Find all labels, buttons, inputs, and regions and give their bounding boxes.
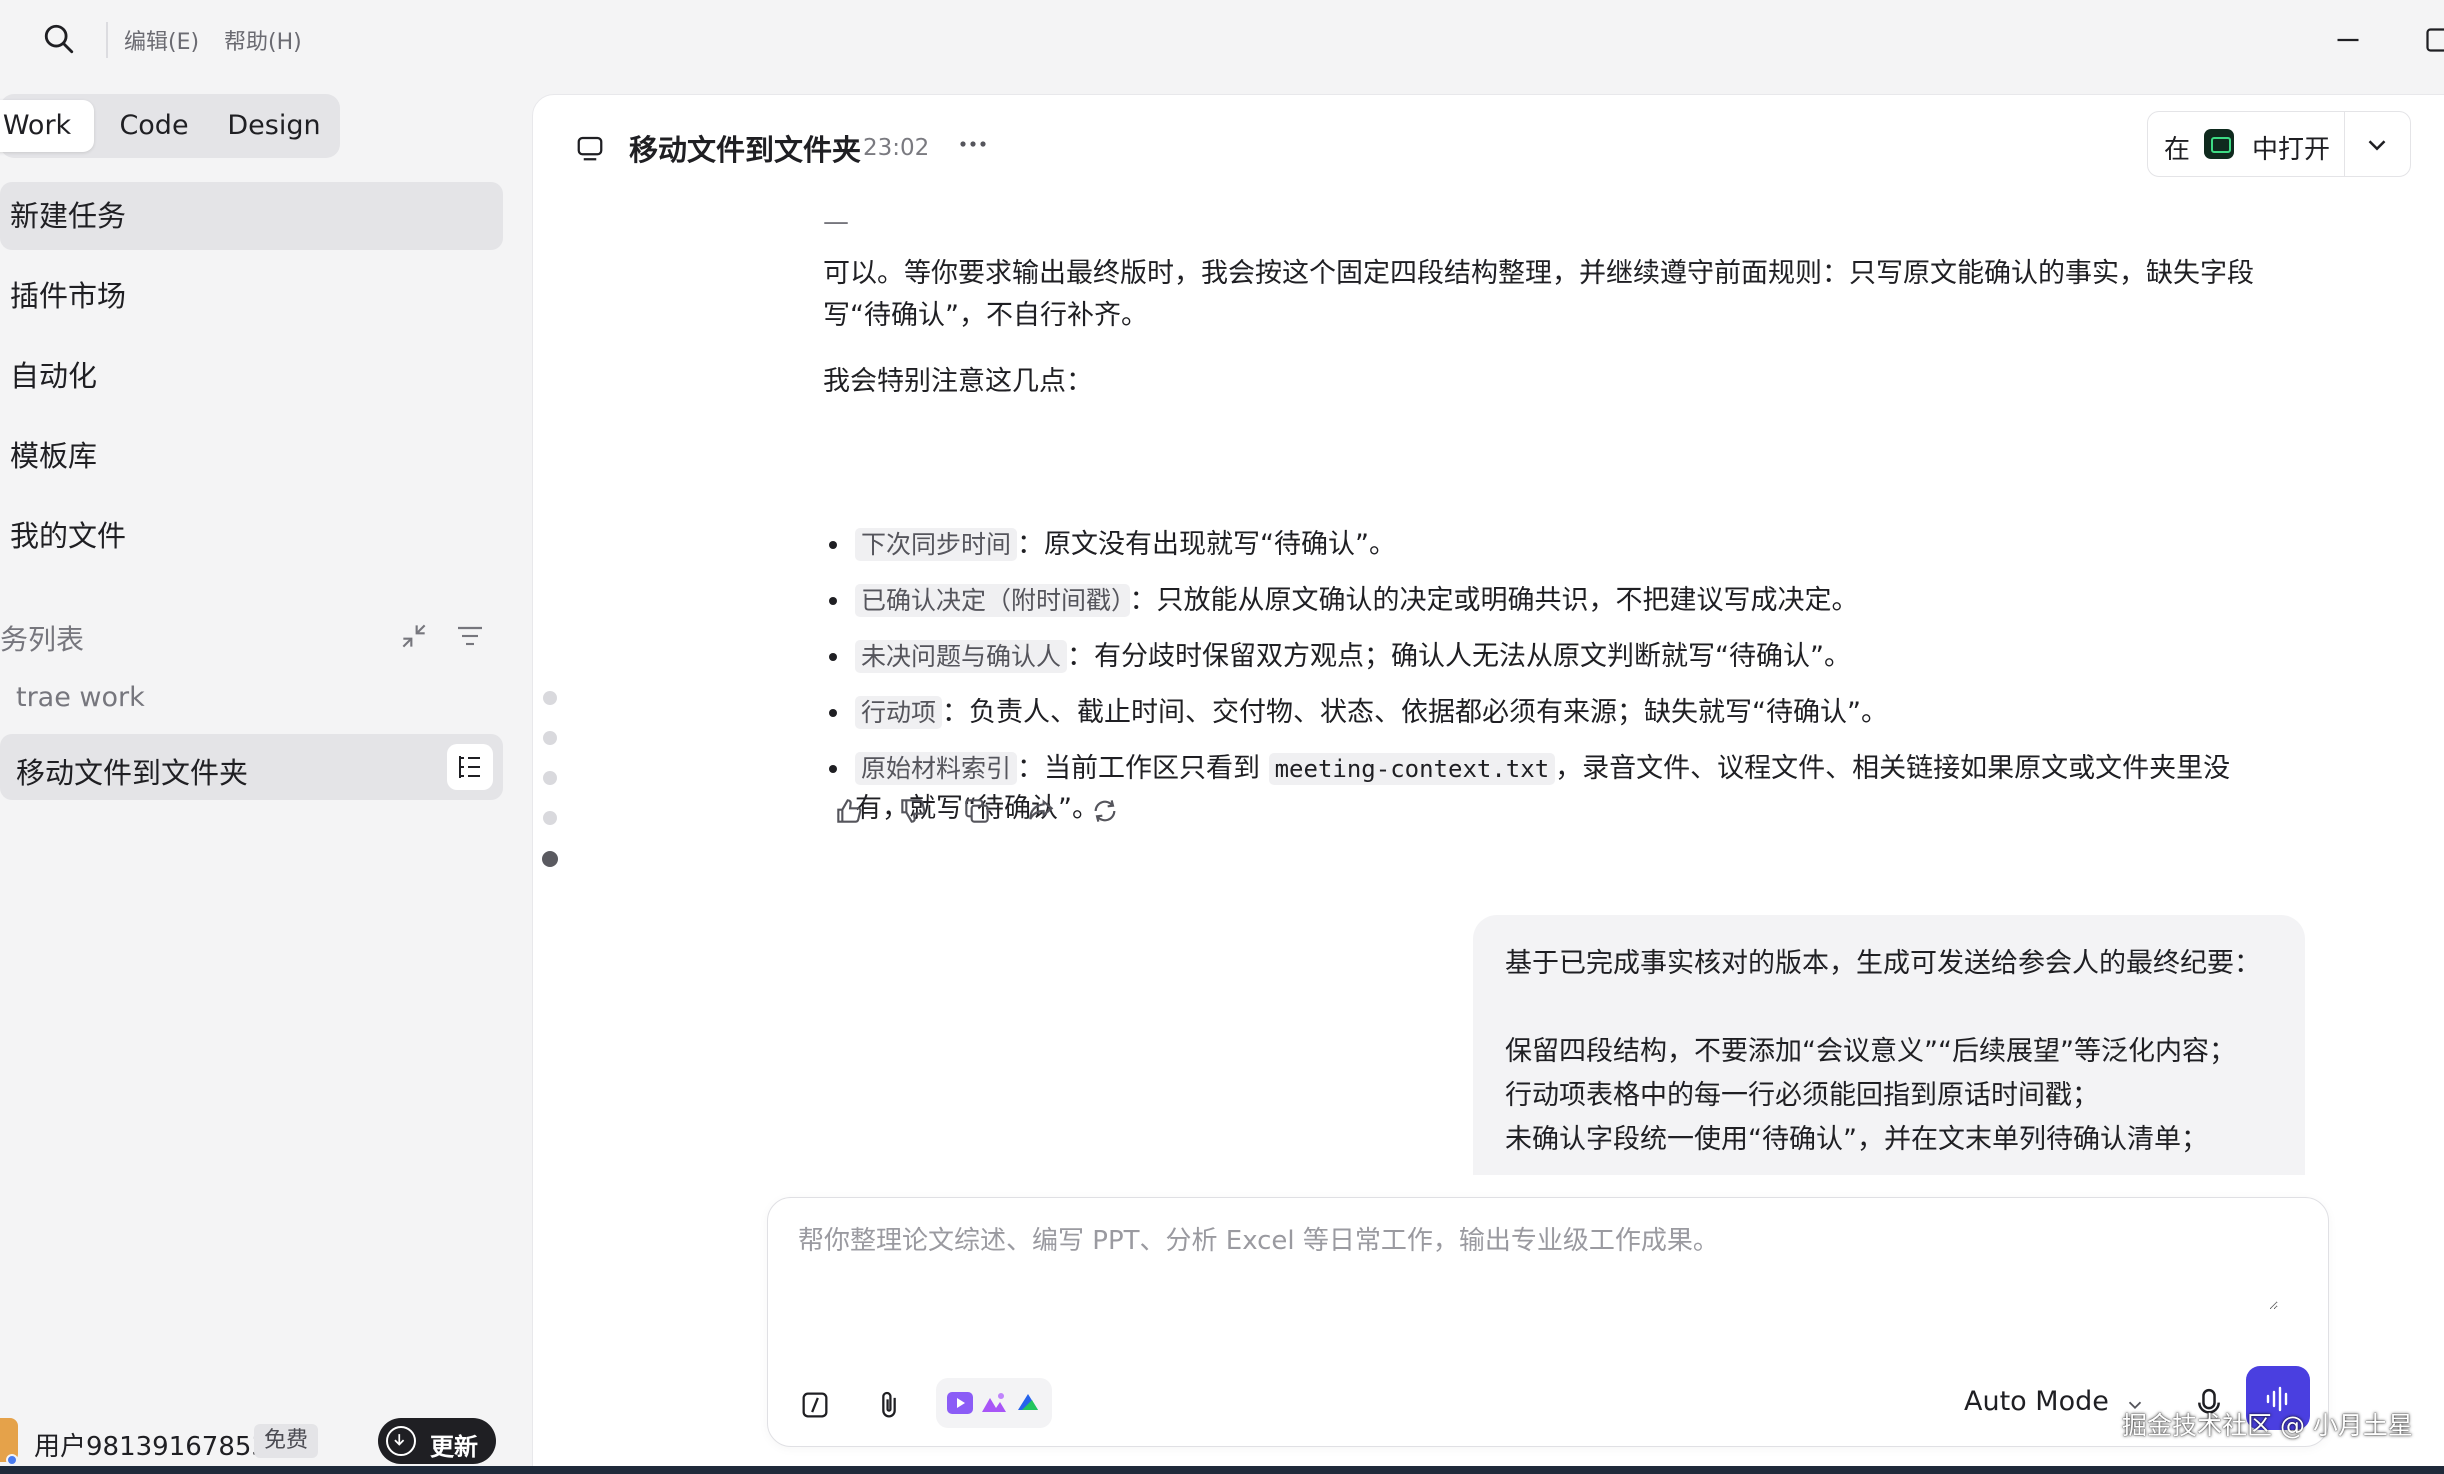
nav-my-files-label: 我的文件 <box>10 519 127 553</box>
chat-icon <box>577 136 603 161</box>
answer-paragraph: 我会特别注意这几点： <box>823 366 1093 397</box>
image-tool-icon <box>982 1393 1006 1412</box>
title-bar: 编辑(E) 帮助(H) <box>0 0 2444 78</box>
list-item-text: ：原文没有出现就写“待确认”。 <box>1017 529 1396 560</box>
plan-badge: 免费 <box>254 1424 319 1458</box>
list-item: 未决问题与确认人 ：有分歧时保留双方观点；确认人无法从原文判断就写“待确认”。 <box>823 637 2283 677</box>
list-item: 行动项 ：负责人、截止时间、交付物、状态、依据都必须有来源；缺失就写“待确认”。 <box>823 693 2283 733</box>
menu-divider <box>106 22 108 58</box>
chat-title[interactable]: 移动文件到文件夹 <box>629 127 861 169</box>
thumbs-up-icon[interactable] <box>833 795 865 827</box>
nav-template-library[interactable]: 模板库 <box>0 422 503 490</box>
open-in-button[interactable]: 在 中打开 <box>2147 111 2411 177</box>
chevron-down-icon[interactable] <box>2362 130 2392 160</box>
task-group-label: trae work <box>16 682 145 713</box>
download-icon <box>386 1426 416 1456</box>
field-tag: 下次同步时间 <box>855 528 1018 561</box>
task-list-header: 务列表 <box>0 612 500 660</box>
more-icon[interactable] <box>953 129 993 159</box>
mode-work-button[interactable]: Work <box>0 100 94 152</box>
mode-code-label: Code <box>119 110 189 141</box>
inline-code: meeting-context.txt <box>1268 753 1556 785</box>
task-list-title: 务列表 <box>0 623 85 656</box>
timeline-dot[interactable] <box>543 811 557 825</box>
user-message-line: 基于已完成事实核对的版本，生成可发送给参会人的最终纪要： <box>1505 948 2261 979</box>
user-message: 基于已完成事实核对的版本，生成可发送给参会人的最终纪要： 保留四段结构，不要添加… <box>1473 915 2305 1175</box>
design-tool-icon <box>1018 1394 1038 1410</box>
attachment-icon[interactable] <box>872 1388 906 1422</box>
list-item: 已确认决定（附时间戳） ：只放能从原文确认的决定或明确共识，不把建议写成决定。 <box>823 581 2283 621</box>
update-label: 更新 <box>430 1433 478 1461</box>
open-in-prefix: 在 <box>2164 135 2191 165</box>
list-item-text: ：只放能从原文确认的决定或明确共识，不把建议写成决定。 <box>1129 585 1859 616</box>
collapse-icon[interactable] <box>398 620 430 652</box>
mode-switcher: Work Code Design <box>0 94 340 158</box>
answer-paragraph: 可以。等你要求输出最终版时，我会按这个固定四段结构整理，并继续遵守前面规则：只写… <box>823 258 2254 331</box>
app-icon <box>2204 129 2234 159</box>
user-message-line: 保留四段结构，不要添加“会议意义”“后续展望”等泛化内容； <box>1505 1036 2236 1067</box>
video-tool-icon <box>947 1392 973 1414</box>
outline-icon <box>459 756 480 778</box>
mode-code-button[interactable]: Code <box>104 100 204 152</box>
user-message-line: 行动项表格中的每一行必须能回指到原话时间戳； <box>1505 1080 2099 1111</box>
regenerate-icon[interactable] <box>1089 795 1121 827</box>
divider-dash: — <box>823 207 849 237</box>
menu-edit[interactable]: 编辑(E) <box>124 24 199 56</box>
mode-design-button[interactable]: Design <box>214 100 334 152</box>
field-tag: 未决问题与确认人 <box>855 640 1068 673</box>
nav-my-files[interactable]: 我的文件 <box>0 502 503 570</box>
menu-help[interactable]: 帮助(H) <box>224 24 302 56</box>
thumbs-down-icon[interactable] <box>897 795 929 827</box>
timeline-dot[interactable] <box>543 771 557 785</box>
timeline-dot[interactable] <box>543 731 557 745</box>
maximize-icon[interactable] <box>2420 22 2444 58</box>
user-name: 用户98139167853 <box>34 1432 268 1462</box>
message-actions <box>833 795 1133 835</box>
task-item-label: 移动文件到文件夹 <box>16 756 249 790</box>
list-item-text: ：有分歧时保留双方观点；确认人无法从原文判断就写“待确认”。 <box>1067 641 1851 672</box>
nav-plugin-market-label: 插件市场 <box>10 279 127 313</box>
update-button[interactable]: 更新 <box>378 1418 496 1464</box>
copy-icon[interactable] <box>961 795 993 827</box>
open-in-suffix: 中打开 <box>2252 135 2331 165</box>
mode-selector[interactable]: Auto Mode <box>1964 1386 2109 1417</box>
task-outline-button[interactable] <box>447 744 493 790</box>
slash-command-icon[interactable] <box>798 1388 832 1422</box>
list-item-text: ：负责人、截止时间、交付物、状态、依据都必须有来源；缺失就写“待确认”。 <box>942 697 1888 728</box>
mode-work-label: Work <box>2 110 72 141</box>
chat-panel: 移动文件到文件夹 23:02 在 中打开 — 可以。等你要求输出最终版时，我会按… <box>532 94 2444 1474</box>
online-status-dot <box>6 1454 18 1466</box>
watermark: 掘金技术社区 @ 小月土星 <box>2122 1411 2413 1440</box>
message-input[interactable] <box>798 1220 2278 1310</box>
field-tag: 原始材料索引 <box>855 752 1018 785</box>
field-tag: 行动项 <box>855 696 943 729</box>
filter-icon[interactable] <box>454 620 486 652</box>
nav-new-task[interactable]: 新建任务 <box>0 182 503 250</box>
field-tag: 已确认决定（附时间戳） <box>855 584 1130 617</box>
message-timeline <box>542 691 563 971</box>
list-item-text: ：当前工作区只看到 <box>1017 753 1269 784</box>
search-icon[interactable] <box>42 22 76 56</box>
nav-plugin-market[interactable]: 插件市场 <box>0 262 503 330</box>
user-message-line: 未确认字段统一使用“待确认”，并在文末单列待确认清单； <box>1505 1124 2208 1155</box>
task-item[interactable]: 移动文件到文件夹 <box>0 734 503 800</box>
share-icon[interactable] <box>1025 795 1057 827</box>
composer: Auto Mode <box>767 1197 2329 1447</box>
timeline-dot-active[interactable] <box>542 851 558 867</box>
list-item: 下次同步时间 ：原文没有出现就写“待确认”。 <box>823 525 2283 565</box>
nav-template-library-label: 模板库 <box>10 439 98 473</box>
timeline-dot[interactable] <box>543 691 557 705</box>
nav-automation-label: 自动化 <box>10 359 98 393</box>
nav-automation[interactable]: 自动化 <box>0 342 503 410</box>
chat-time: 23:02 <box>863 135 930 161</box>
user-bar: 用户98139167853 免费 更新 <box>0 1412 510 1472</box>
taskbar-edge <box>0 1466 2444 1474</box>
minimize-icon[interactable] <box>2330 22 2366 58</box>
nav-new-task-label: 新建任务 <box>10 199 127 233</box>
mode-design-label: Design <box>227 110 321 141</box>
tool-chip[interactable] <box>936 1378 1052 1428</box>
open-in-divider <box>2344 112 2345 176</box>
